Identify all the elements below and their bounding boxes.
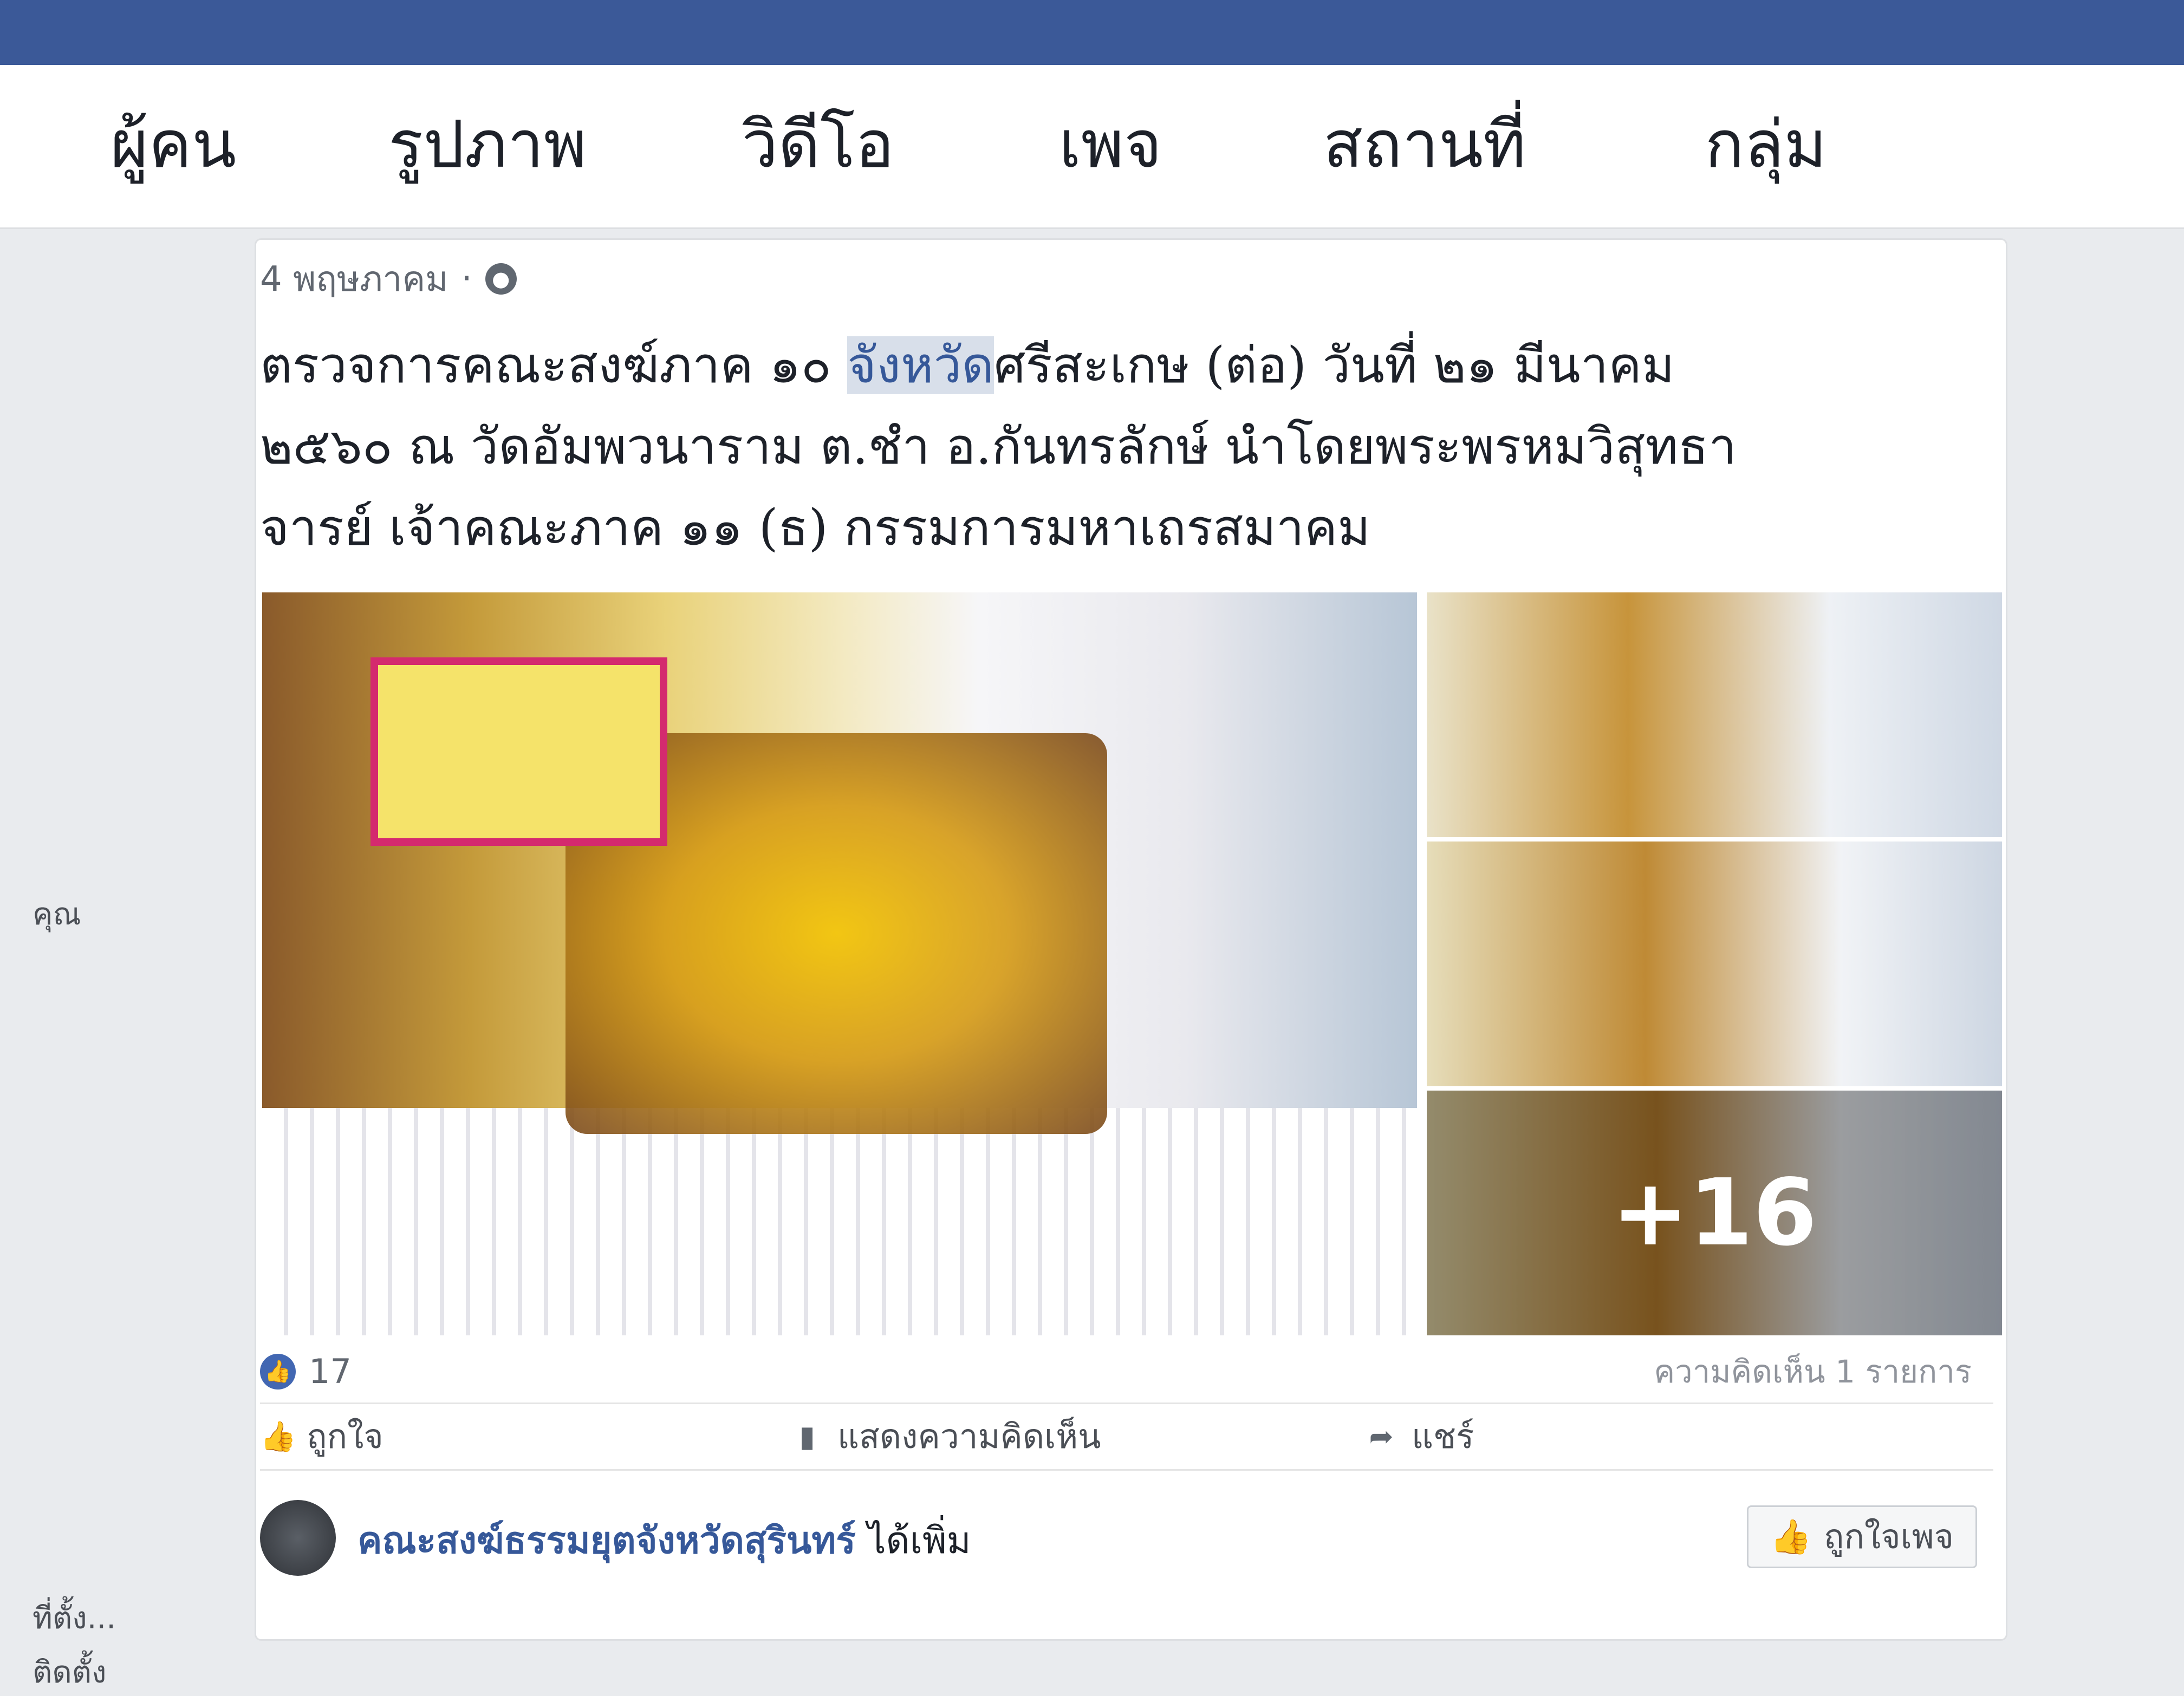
thumbs-up-icon: 👍 — [260, 1419, 297, 1453]
post-meta: 4 พฤษภาคม · ● — [260, 255, 517, 303]
globe-icon: ● — [485, 263, 517, 295]
reaction-summary: 👍 17 ความคิดเห็น 1 รายการ — [260, 1348, 1993, 1397]
post-text-segment: ตรวจการคณะสงฆ์ภาค ๑๐ — [260, 336, 848, 394]
nav-tab-videos[interactable]: วิดีโอ — [699, 81, 937, 206]
post-photo-main[interactable] — [260, 590, 1419, 1338]
post-photo-thumb-more[interactable]: +16 — [1425, 1088, 2004, 1338]
sidebar-line: คุณ — [32, 897, 81, 932]
page-avatar[interactable] — [260, 1500, 336, 1576]
more-photos-count: +16 — [1611, 1159, 1817, 1267]
like-reaction-icon: 👍 — [260, 1354, 296, 1390]
photo-detail — [370, 657, 667, 846]
post-text-segment: ศรีสะเกษ (ต่อ) วันที่ ๒๑ มีนาคม — [993, 336, 1675, 394]
post-date[interactable]: 4 พฤษภาคม — [260, 251, 448, 306]
sidebar-line: ติดตั้ง — [32, 1655, 107, 1690]
share-button-label: แชร์ — [1412, 1417, 1474, 1456]
like-button[interactable]: 👍 ถูกใจ — [260, 1404, 384, 1469]
comment-icon: ▮ — [799, 1419, 815, 1453]
post-text-line: ตรวจการคณะสงฆ์ภาค ๑๐ จังหวัดศรีสะเกษ (ต่… — [260, 325, 1675, 406]
share-arrow-icon: ➦ — [1369, 1419, 1394, 1453]
photo-detail — [262, 1108, 1417, 1335]
comment-count[interactable]: ความคิดเห็น 1 รายการ — [1654, 1348, 1972, 1395]
left-sidebar: คุณ ที่ตั้ง... ติดตั้ง — [0, 229, 238, 1690]
post-text-line: จารย์ เจ้าคณะภาค ๑๑ (ธ) กรรมการมหาเถรสมา… — [260, 499, 1370, 557]
sidebar-line[interactable]: ที่ตั้ง... — [32, 1594, 116, 1642]
post-text-line: ๒๕๖๐ ณ วัดอัมพวนาราม ต.ชำ อ.กันทรลักษ์ น… — [260, 406, 1737, 487]
meta-separator: · — [461, 259, 472, 299]
nav-tab-photos[interactable]: รูปภาพ — [347, 81, 628, 206]
highlighted-keyword[interactable]: จังหวัด — [847, 336, 994, 394]
shared-suffix: ได้เพิ่ม — [855, 1519, 971, 1562]
right-column — [2020, 238, 2184, 1638]
post-photo-thumb[interactable] — [1425, 590, 2004, 839]
shared-story-text: คณะสงฆ์ธรรมยุตจังหวัดสุรินทร์ ได้เพิ่ม — [358, 1511, 971, 1569]
share-button[interactable]: ➦ แชร์ — [1365, 1404, 1474, 1469]
nav-tab-people[interactable]: ผู้คน — [65, 81, 282, 206]
like-count[interactable]: 17 — [309, 1348, 352, 1395]
like-button-label: ถูกใจ — [307, 1417, 384, 1456]
nav-tab-groups[interactable]: กลุ่ม — [1647, 81, 1885, 206]
post-action-bar: 👍 ถูกใจ ▮ แสดงความคิดเห็น ➦ แชร์ — [260, 1403, 1993, 1471]
page-like-label: ถูกใจเพจ — [1823, 1517, 1954, 1556]
thumbs-up-icon: 👍 — [1770, 1517, 1812, 1556]
nav-tab-places[interactable]: สถานที่ — [1273, 81, 1576, 206]
comment-button-label: แสดงความคิดเห็น — [837, 1417, 1101, 1456]
nav-tab-pages[interactable]: เพจ — [1018, 81, 1202, 206]
shared-story-row: คณะสงฆ์ธรรมยุตจังหวัดสุรินทร์ ได้เพิ่ม 👍… — [260, 1495, 1993, 1581]
post-photo-thumb[interactable] — [1425, 839, 2004, 1088]
page-like-button[interactable]: 👍 ถูกใจเพจ — [1746, 1505, 1977, 1568]
comment-button[interactable]: ▮ แสดงความคิดเห็น — [791, 1404, 1101, 1469]
top-bar — [0, 0, 2184, 65]
post-text: ตรวจการคณะสงฆ์ภาค ๑๐ จังหวัดศรีสะเกษ (ต่… — [260, 325, 1737, 569]
page-name-link[interactable]: คณะสงฆ์ธรรมยุตจังหวัดสุรินทร์ — [358, 1519, 856, 1562]
